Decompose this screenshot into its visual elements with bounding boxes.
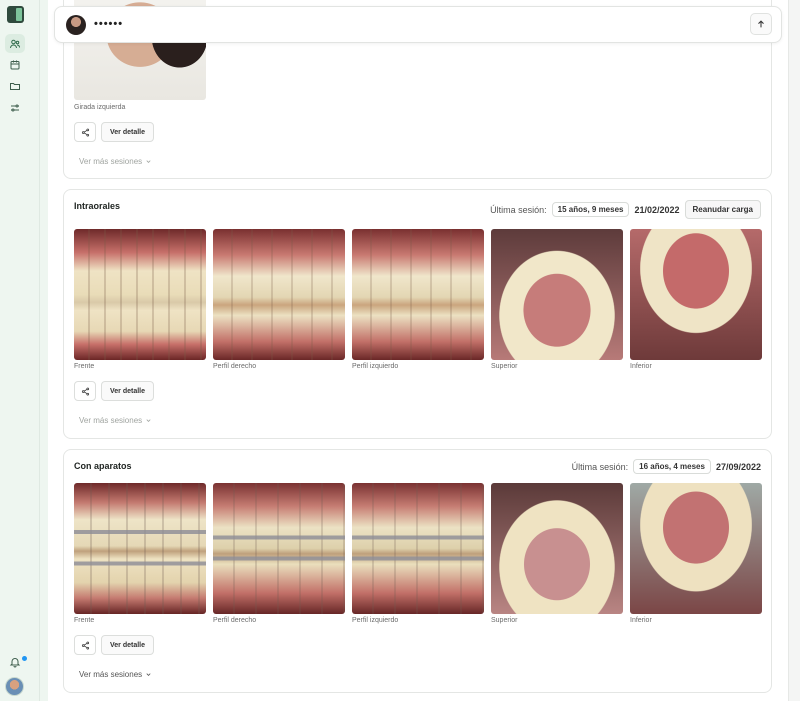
patient-header: •••••• bbox=[54, 6, 782, 43]
more-sessions-label: Ver más sesiones bbox=[79, 416, 143, 425]
patient-avatar bbox=[66, 15, 86, 35]
photo-frente[interactable] bbox=[74, 229, 206, 360]
view-detail-button[interactable]: Ver detalle bbox=[101, 635, 155, 655]
more-sessions-label: Ver más sesiones bbox=[79, 670, 143, 679]
photo-label: Perfil derecho bbox=[213, 617, 257, 624]
photo-superior[interactable] bbox=[491, 483, 623, 614]
scroll-top-button[interactable] bbox=[750, 13, 772, 35]
photo-label: Superior bbox=[491, 617, 518, 624]
section-title: Intraorales bbox=[74, 201, 121, 211]
sidebar-rail bbox=[0, 0, 40, 701]
photo-label: Perfil izquierdo bbox=[352, 617, 399, 624]
share-icon bbox=[81, 128, 89, 136]
section-title: Con aparatos bbox=[74, 461, 132, 471]
photo-inferior[interactable] bbox=[630, 483, 762, 614]
photo-label: Perfil izquierdo bbox=[352, 363, 399, 370]
more-sessions-link[interactable]: Ver más sesiones bbox=[79, 416, 152, 425]
patient-name: •••••• bbox=[94, 18, 124, 30]
photo-label: Girada izquierda bbox=[74, 104, 126, 111]
photo-label: Frente bbox=[74, 363, 95, 370]
braces-card: Con aparatos Última sesión: 16 años, 4 m… bbox=[63, 449, 772, 693]
session-age-badge: 16 años, 4 meses bbox=[633, 459, 711, 474]
photo-superior[interactable] bbox=[491, 229, 623, 360]
photo-label: Inferior bbox=[630, 363, 652, 370]
folder-icon[interactable] bbox=[5, 76, 25, 95]
bell-icon[interactable] bbox=[5, 652, 25, 671]
photo-label: Superior bbox=[491, 363, 518, 370]
chevron-down-icon bbox=[146, 673, 151, 676]
more-sessions-link[interactable]: Ver más sesiones bbox=[79, 157, 152, 166]
last-session-label: Última sesión: bbox=[571, 461, 629, 472]
photo-inferior[interactable] bbox=[630, 229, 762, 360]
session-meta: Última sesión: 15 años, 9 meses 21/02/20… bbox=[490, 200, 761, 219]
photo-label: Perfil derecho bbox=[213, 363, 257, 370]
session-age-badge: 15 años, 9 meses bbox=[551, 202, 630, 217]
arrow-up-icon bbox=[758, 20, 764, 28]
share-icon bbox=[81, 641, 89, 649]
session-date: 21/02/2022 bbox=[634, 204, 680, 215]
photo-perfil-izquierdo[interactable] bbox=[352, 483, 484, 614]
photo-perfil-izquierdo[interactable] bbox=[352, 229, 484, 360]
share-button[interactable] bbox=[74, 635, 96, 655]
intraoral-card: Intraorales Última sesión: 15 años, 9 me… bbox=[63, 189, 772, 439]
photo-label: Frente bbox=[74, 617, 95, 624]
photo-label: Inferior bbox=[630, 617, 652, 624]
scrollbar-gutter[interactable] bbox=[788, 0, 800, 701]
share-button[interactable] bbox=[74, 381, 96, 401]
share-button[interactable] bbox=[74, 122, 96, 142]
photo-perfil-derecho[interactable] bbox=[213, 229, 345, 360]
chevron-down-icon bbox=[146, 160, 151, 163]
calendar-icon[interactable] bbox=[5, 55, 25, 74]
app-logo[interactable] bbox=[7, 6, 24, 23]
settings-sliders-icon[interactable] bbox=[5, 98, 25, 117]
notification-dot bbox=[22, 656, 27, 661]
share-icon bbox=[81, 387, 89, 395]
chevron-down-icon bbox=[146, 419, 151, 422]
users-icon[interactable] bbox=[5, 34, 25, 53]
more-sessions-label: Ver más sesiones bbox=[79, 157, 143, 166]
last-session-label: Última sesión: bbox=[490, 204, 547, 215]
session-date: 27/09/2022 bbox=[715, 461, 761, 472]
more-sessions-link[interactable]: Ver más sesiones bbox=[79, 670, 152, 679]
resume-upload-button[interactable]: Reanudar carga bbox=[684, 200, 761, 219]
main-content: •••••• Girada izquierda Ver detalle Ver … bbox=[48, 0, 788, 701]
user-avatar[interactable] bbox=[5, 677, 24, 696]
session-meta: Última sesión: 16 años, 4 meses 27/09/20… bbox=[572, 459, 761, 474]
view-detail-button[interactable]: Ver detalle bbox=[101, 122, 155, 142]
photo-frente[interactable] bbox=[74, 483, 206, 614]
view-detail-button[interactable]: Ver detalle bbox=[101, 381, 155, 401]
photo-perfil-derecho[interactable] bbox=[213, 483, 345, 614]
